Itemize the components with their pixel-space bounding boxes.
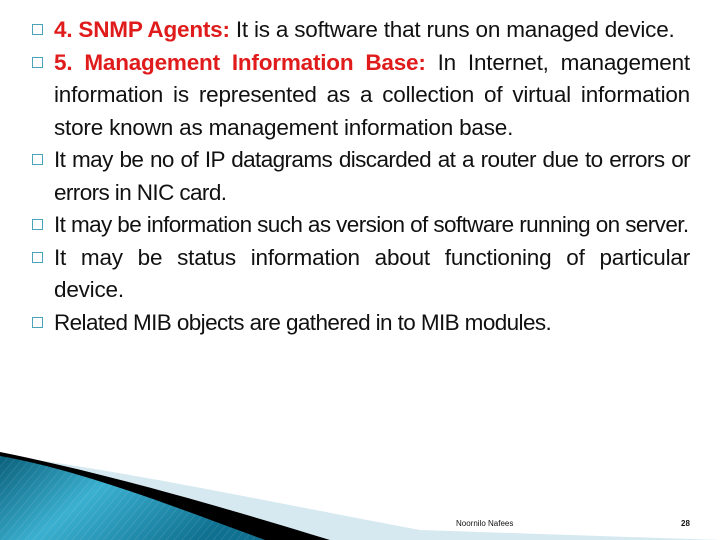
square-bullet-icon	[32, 24, 43, 35]
list-item-snmp-agents: 4. SNMP Agents: It is a software that ru…	[32, 14, 690, 47]
item-text: It may be status information about funct…	[54, 244, 690, 303]
list-item: Related MIB objects are gathered in to M…	[32, 307, 690, 340]
square-bullet-icon	[32, 251, 43, 263]
square-bullet-icon	[32, 154, 43, 165]
item-text: It is a software that runs on managed de…	[229, 17, 675, 42]
list-item: It may be status information about funct…	[32, 242, 690, 307]
list-item: It may be information such as version of…	[32, 209, 690, 242]
list-item-mib: 5. Management Information Base: In Inter…	[32, 47, 690, 145]
item-text: It may be no of IP datagrams discarded a…	[54, 147, 691, 205]
page-number: 28	[681, 519, 690, 528]
term-label: 4. SNMP Agents:	[54, 17, 230, 42]
bullet-list: 4. SNMP Agents: It is a software that ru…	[32, 14, 691, 340]
item-text: It may be information such as version of…	[54, 212, 689, 237]
square-bullet-icon	[32, 56, 43, 68]
term-label: 5. Management Information Base:	[54, 49, 426, 75]
footer-author: Noornilo Nafees	[456, 519, 514, 528]
item-text: Related MIB objects are gathered in to M…	[54, 309, 552, 335]
list-item: It may be no of IP datagrams discarded a…	[32, 144, 691, 209]
square-bullet-icon	[32, 316, 43, 328]
slide: 4. SNMP Agents: It is a software that ru…	[0, 0, 720, 540]
square-bullet-icon	[32, 219, 43, 230]
